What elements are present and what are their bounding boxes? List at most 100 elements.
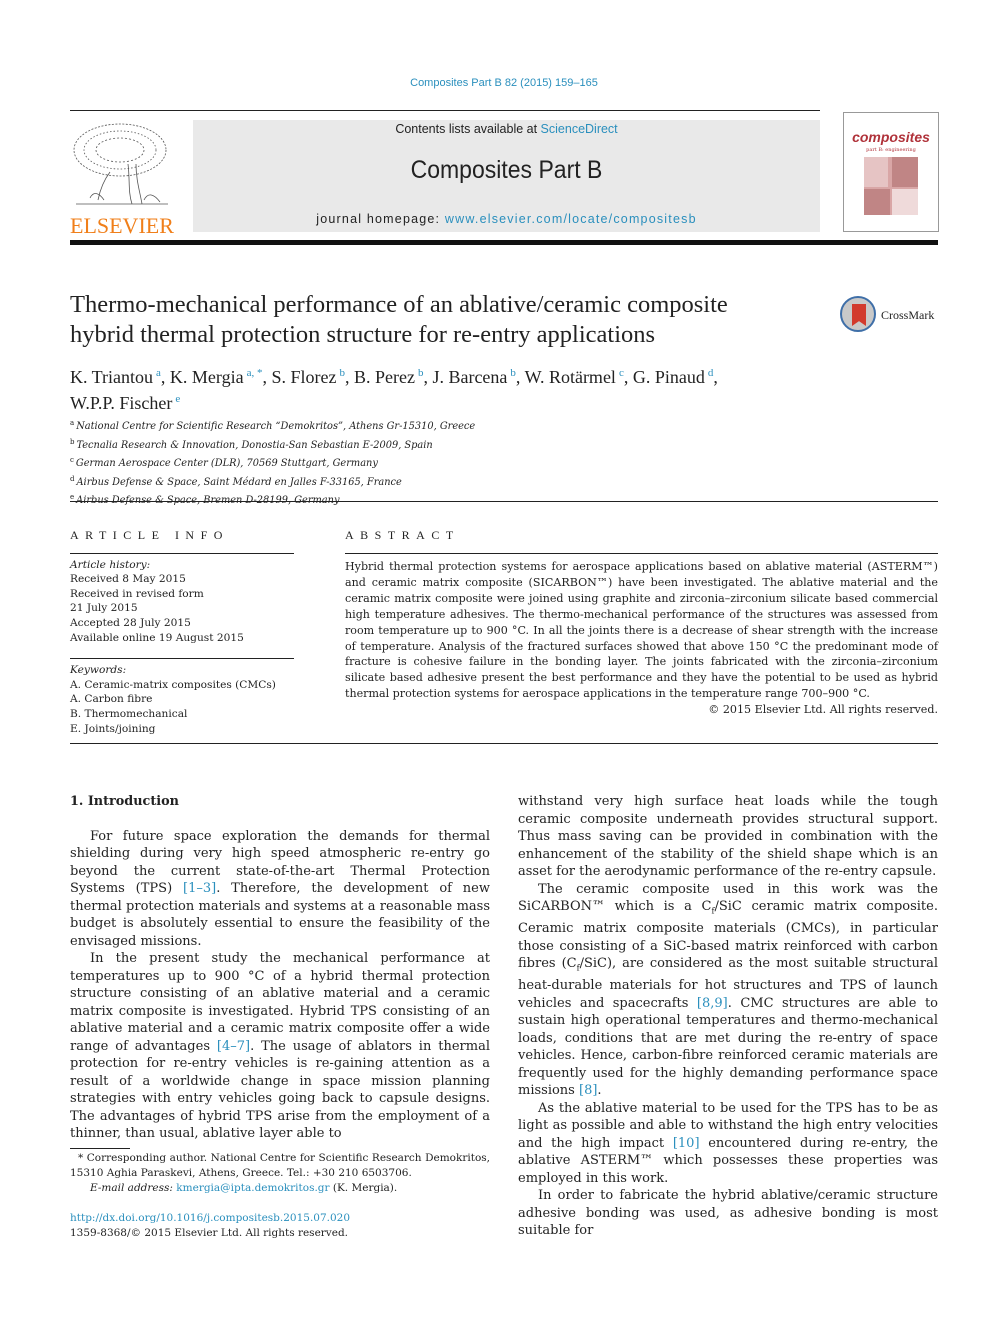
abstract-text: Hybrid thermal protection systems for ae…	[345, 560, 938, 701]
cover-title: composites	[852, 129, 930, 145]
intro-paragraph-3: The ceramic composite used in this work …	[518, 881, 938, 1099]
footnotes: * Corresponding author. National Centre …	[70, 1151, 490, 1196]
crossmark-badge[interactable]: CrossMark	[840, 296, 950, 336]
cover-image	[864, 157, 918, 215]
divider-rule	[70, 501, 938, 502]
author-name[interactable]: B. Perez	[354, 367, 415, 387]
elsevier-logo[interactable]: ELSEVIER	[70, 120, 174, 238]
history-entry: Received in revised form	[70, 587, 204, 600]
affiliation-key: c	[70, 456, 74, 464]
journal-title: Composites Part B	[410, 156, 603, 184]
elsevier-wordmark: ELSEVIER	[70, 213, 174, 238]
homepage-prefix: journal homepage:	[316, 212, 445, 226]
header-bottom-rule	[70, 240, 938, 245]
author-name[interactable]: S. Florez	[271, 367, 336, 387]
author-name[interactable]: K. Mergia	[170, 367, 244, 387]
history-entry: Accepted 28 July 2015	[70, 616, 191, 629]
cover-subtitle: part B: engineering	[866, 147, 916, 153]
corresponding-author-note: * Corresponding author. National Centre …	[70, 1152, 490, 1179]
affiliation-key: e	[70, 493, 75, 501]
author-separator: ,	[515, 367, 525, 387]
doi-block: http://dx.doi.org/10.1016/j.compositesb.…	[70, 1211, 490, 1241]
author-name[interactable]: W. Rotärmel	[525, 367, 616, 387]
affiliation: d Airbus Defense & Space, Saint Médard en…	[70, 472, 670, 491]
affiliation-text: Tecnalia Research & Innovation, Donostia…	[76, 439, 433, 451]
intro-paragraph-4: As the ablative material to be used for …	[518, 1100, 938, 1186]
intro-paragraph-2-continued: withstand very high surface heat loads w…	[518, 794, 938, 879]
history-entry: Received 8 May 2015	[70, 573, 186, 586]
abstract-rule	[345, 553, 938, 554]
affiliation-key: d	[70, 474, 75, 483]
keywords-rule	[70, 658, 294, 660]
header-top-rule	[70, 110, 820, 111]
issn-copyright: 1359-8368/© 2015 Elsevier Ltd. All right…	[70, 1227, 349, 1239]
journal-banner: Contents lists available at ScienceDirec…	[193, 120, 820, 232]
keyword-item[interactable]: B. Thermomechanical	[70, 707, 294, 722]
contents-prefix: Contents lists available at	[395, 122, 541, 136]
affiliation-text: National Centre for Scientific Research …	[76, 421, 476, 432]
crossmark-icon	[840, 296, 876, 332]
keyword-item[interactable]: E. Joints/joining	[70, 722, 294, 737]
history-entry: Available online 19 August 2015	[70, 631, 244, 644]
abstract-bottom-rule	[70, 743, 938, 744]
affiliation-text: German Aerospace Center (DLR), 70569 Stu…	[75, 458, 378, 469]
journal-cover-thumbnail[interactable]: composites part B: engineering	[843, 112, 939, 232]
email-line: E-mail address: kmergia@ipta.demokritos.…	[90, 1182, 398, 1194]
author-separator: ,	[713, 367, 718, 387]
author-separator: ,	[160, 367, 170, 387]
affiliation: c German Aerospace Center (DLR), 70569 St…	[70, 453, 670, 472]
author-name[interactable]: J. Barcena	[432, 367, 507, 387]
contents-line: Contents lists available at ScienceDirec…	[193, 122, 820, 136]
citation-link[interactable]: [8,9]	[697, 996, 728, 1011]
history-label: Article history:	[70, 558, 151, 571]
affiliation-list: a National Centre for Scientific Research…	[70, 416, 670, 509]
affiliation-key: b	[70, 437, 75, 446]
author-affiliation-marker[interactable]: a, *	[247, 367, 263, 379]
footnote-rule	[70, 1148, 130, 1149]
citation-link[interactable]: [10]	[673, 1136, 700, 1151]
keywords-list: A. Ceramic-matrix composites (CMCs) A. Ca…	[70, 678, 294, 736]
affiliation: b Tecnalia Research & Innovation, Donosti…	[70, 435, 670, 454]
intro-paragraph-5: In order to fabricate the hybrid ablativ…	[518, 1188, 938, 1239]
author-name[interactable]: G. Pinaud	[633, 367, 705, 387]
author-separator: ,	[344, 367, 354, 387]
elsevier-tree-icon	[73, 123, 168, 205]
homepage-line: journal homepage: www.elsevier.com/locat…	[193, 212, 820, 226]
body-right-column: withstand very high surface heat loads w…	[518, 793, 938, 1240]
article-info-heading: ARTICLE INFO	[70, 528, 229, 542]
intro-paragraph-1: For future space exploration the demands…	[70, 828, 491, 949]
intro-paragraph-2: In the present study the mechanical perf…	[70, 951, 490, 1141]
body-left-column: 1. Introduction For future space explora…	[70, 793, 490, 1143]
author-list: K. Triantou a, K. Mergia a, *, S. Florez b,…	[70, 362, 850, 414]
crossmark-label: CrossMark	[881, 308, 935, 322]
sciencedirect-link[interactable]: ScienceDirect	[541, 122, 618, 136]
article-title: Thermo-mechanical performance of an abla…	[70, 290, 810, 350]
title-line-2: hybrid thermal protection structure for …	[70, 321, 656, 348]
keyword-item[interactable]: A. Carbon fibre	[70, 692, 294, 707]
affiliation-key: a	[70, 419, 75, 427]
affiliation: eAirbus Defense & Space, Bremen D-28199,…	[70, 490, 670, 509]
history-entry: 21 July 2015	[70, 602, 138, 615]
title-line-1: Thermo-mechanical performance of an abla…	[70, 291, 728, 318]
citation-link[interactable]: [8]	[579, 1083, 597, 1098]
journal-homepage-link[interactable]: www.elsevier.com/locate/compositesb	[445, 212, 697, 226]
author-separator: ,	[623, 367, 633, 387]
affiliation-text: Airbus Defense & Space, Saint Médard en …	[76, 476, 402, 488]
history-list: Received 8 May 2015 Received in revised f…	[70, 572, 294, 645]
affiliation: a National Centre for Scientific Research…	[70, 416, 670, 435]
citation-link[interactable]: [1–3]	[183, 881, 216, 896]
author-name[interactable]: K. Triantou	[70, 367, 153, 387]
author-affiliation-marker[interactable]: e	[175, 393, 180, 405]
abstract-copyright: © 2015 Elsevier Ltd. All rights reserved…	[708, 703, 938, 717]
section-heading-introduction: 1. Introduction	[70, 794, 179, 809]
abstract-heading: ABSTRACT	[345, 528, 460, 542]
doi-link[interactable]: http://dx.doi.org/10.1016/j.compositesb.…	[70, 1212, 350, 1224]
article-info: ARTICLE INFO Article history: Received 8…	[70, 528, 294, 736]
citation-link[interactable]: [4–7]	[217, 1039, 250, 1054]
article-info-rule	[70, 552, 294, 554]
author-name[interactable]: W.P.P. Fischer	[70, 393, 172, 413]
keyword-item[interactable]: A. Ceramic-matrix composites (CMCs)	[70, 678, 294, 693]
abstract-section: ABSTRACT Hybrid thermal protection syste…	[345, 528, 938, 718]
email-link[interactable]: kmergia@ipta.demokritos.gr	[176, 1182, 329, 1194]
journal-reference-link[interactable]: Composites Part B 82 (2015) 159–165	[0, 77, 992, 89]
